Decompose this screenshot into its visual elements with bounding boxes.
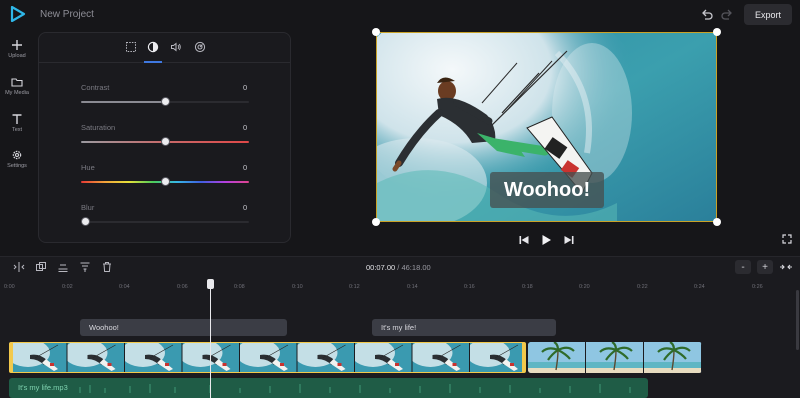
clip-trim-handle-left[interactable]: [9, 342, 13, 373]
blur-value: 0: [243, 203, 248, 212]
ruler-label: 0:22: [637, 284, 648, 290]
sidebar-item-text[interactable]: Text: [0, 113, 34, 133]
contrast-slider-handle[interactable]: [161, 97, 170, 106]
ruler-label: 0:24: [694, 284, 705, 290]
time-display: 00:07.00 / 46:18.00: [366, 263, 431, 272]
play-icon[interactable]: [540, 234, 552, 246]
undo-icon[interactable]: [700, 8, 714, 22]
project-title[interactable]: New Project: [40, 9, 94, 20]
text-clip-woohoo[interactable]: Woohoo!: [80, 319, 287, 336]
ruler-label: 0:10: [292, 284, 303, 290]
crop-icon[interactable]: [125, 41, 137, 53]
zoom-out-button[interactable]: -: [735, 260, 751, 274]
ruler-label: 0:18: [522, 284, 533, 290]
skip-forward-icon[interactable]: [563, 234, 575, 246]
saturation-label: Saturation: [81, 123, 116, 132]
contrast-value: 0: [243, 83, 248, 92]
gear-icon: [12, 150, 22, 160]
plus-icon: [12, 40, 22, 50]
ruler-label: 0:26: [752, 284, 763, 290]
split-icon[interactable]: [13, 261, 25, 273]
fit-timeline-icon[interactable]: [779, 261, 793, 273]
audio-waveform: [79, 384, 631, 393]
ruler-label: 0:08: [234, 284, 245, 290]
ruler-label: 0:16: [464, 284, 475, 290]
video-editor: New Project Export Upload My Media Text …: [0, 0, 800, 398]
audio-clip-label: It's my life.mp3: [18, 383, 68, 392]
sidebar-item-label: Upload: [8, 53, 26, 59]
resize-handle-bottom-left[interactable]: [372, 218, 380, 226]
resize-handle-top-left[interactable]: [372, 28, 380, 36]
saturation-value: 0: [243, 123, 248, 132]
beach-thumbnails: [528, 342, 702, 373]
clip-trim-handle-right[interactable]: [522, 342, 526, 373]
total-time: 46:18.00: [401, 263, 431, 272]
sidebar-item-my-media[interactable]: My Media: [0, 76, 34, 96]
hue-slider-handle[interactable]: [161, 177, 170, 186]
timeline-scrollbar[interactable]: [796, 290, 799, 350]
text-clip-its-my-life[interactable]: It's my life!: [372, 319, 556, 336]
trim-icon[interactable]: [57, 261, 69, 273]
ruler-label: 0:02: [62, 284, 73, 290]
fullscreen-icon[interactable]: [782, 234, 792, 244]
volume-icon[interactable]: [170, 41, 182, 53]
duplicate-icon[interactable]: [35, 261, 47, 273]
video-clip-kitesurf[interactable]: [9, 342, 526, 373]
video-clip-beach[interactable]: [528, 342, 702, 373]
ruler-label: 0:04: [119, 284, 130, 290]
hue-value: 0: [243, 163, 248, 172]
blur-slider[interactable]: [81, 221, 249, 223]
resize-handle-top-right[interactable]: [713, 28, 721, 36]
ruler-label: 0:06: [177, 284, 188, 290]
ruler-label: 0:12: [349, 284, 360, 290]
ruler-label: 0:20: [579, 284, 590, 290]
blur-label: Blur: [81, 203, 95, 212]
audio-clip[interactable]: [9, 378, 648, 398]
app-logo-icon[interactable]: [10, 6, 26, 22]
sidebar-item-label: Text: [11, 127, 23, 133]
sidebar-item-upload[interactable]: Upload: [0, 39, 34, 59]
redo-icon[interactable]: [720, 8, 734, 22]
ruler-label: 0:14: [407, 284, 418, 290]
trash-icon[interactable]: [101, 261, 113, 273]
export-button[interactable]: Export: [744, 4, 792, 25]
resize-handle-bottom-right[interactable]: [713, 218, 721, 226]
sidebar-item-settings[interactable]: Settings: [0, 149, 34, 169]
speed-icon[interactable]: [194, 41, 206, 53]
active-tab-indicator: [144, 61, 162, 63]
filter-icon[interactable]: [79, 261, 91, 273]
playhead[interactable]: [210, 286, 211, 398]
skip-back-icon[interactable]: [518, 234, 530, 246]
current-time: 00:07.00: [366, 263, 396, 272]
folder-icon: [11, 78, 23, 87]
ruler-label: 0:00: [4, 284, 15, 290]
zoom-in-button[interactable]: +: [757, 260, 773, 274]
hue-label: Hue: [81, 163, 95, 172]
caption-overlay[interactable]: Woohoo!: [490, 172, 604, 208]
adjust-panel: Contrast 0 Saturation 0 Hue 0 Blur 0: [38, 32, 291, 243]
sidebar-item-label: My Media: [5, 90, 29, 96]
contrast-icon[interactable]: [147, 41, 159, 53]
panel-tabs: [39, 33, 290, 63]
saturation-slider-handle[interactable]: [161, 137, 170, 146]
contrast-label: Contrast: [81, 83, 110, 92]
text-icon: [12, 114, 22, 124]
sidebar-item-label: Settings: [7, 163, 27, 169]
video-thumbnails: [10, 343, 525, 372]
blur-slider-handle[interactable]: [81, 217, 90, 226]
